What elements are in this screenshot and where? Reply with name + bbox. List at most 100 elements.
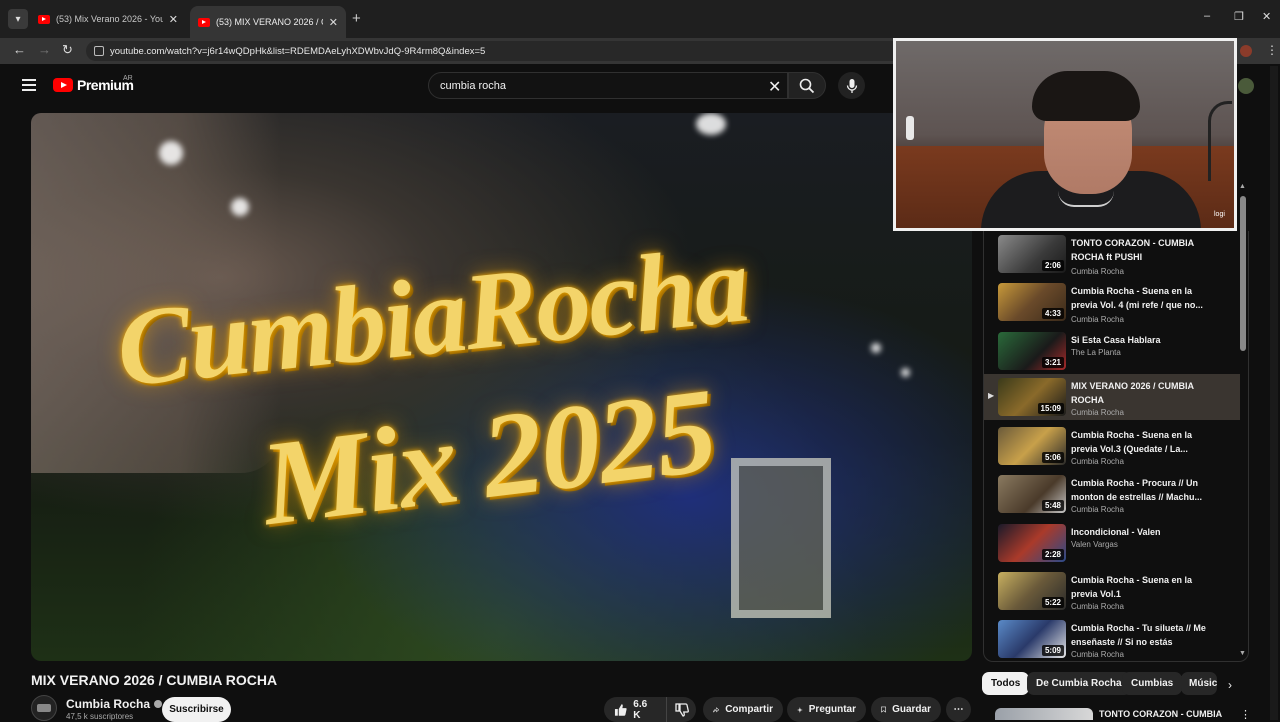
url-field[interactable]: youtube.com/watch?v=j6r14wQDpHk&list=RDE…: [86, 41, 906, 61]
more-actions-button[interactable]: ⋯: [946, 697, 971, 722]
playlist-item-current[interactable]: ▶ 15:09 MIX VERANO 2026 / CUMBIA ROCHA C…: [984, 374, 1240, 420]
playlist-item[interactable]: 2:28 Incondicional - Valen Valen Vargas: [984, 520, 1240, 566]
playlist-item[interactable]: 4:33 Cumbia Rocha - Suena en la previa V…: [984, 279, 1240, 325]
playlist-item-title: Cumbia Rocha - Procura // Un monton de e…: [1071, 478, 1203, 502]
webcam-overlay: logi: [893, 38, 1237, 231]
thumbs-up-icon: [614, 703, 627, 716]
video-duration: 3:21: [1041, 357, 1064, 368]
tab-cumbia-rocha[interactable]: (53) MIX VERANO 2026 / CUMBIA ROCHA ✕: [190, 6, 346, 38]
browser-menu-icon[interactable]: ⋮: [1266, 43, 1278, 57]
new-tab-button[interactable]: +: [352, 10, 361, 27]
playlist-item-channel: Cumbia Rocha: [1071, 267, 1124, 276]
dislike-button[interactable]: [666, 697, 696, 722]
sparkle-icon: [797, 706, 803, 713]
playlist-scrollbar-thumb[interactable]: [1240, 196, 1246, 351]
playlist-item-title: Cumbia Rocha - Suena en la previa Vol.3 …: [1071, 430, 1193, 454]
playlist-item[interactable]: 5:48 Cumbia Rocha - Procura // Un monton…: [984, 471, 1240, 517]
tab-search-button[interactable]: ▾: [8, 9, 28, 29]
channel-avatar[interactable]: [31, 695, 57, 721]
like-count: 6.6 K: [633, 698, 648, 721]
share-button[interactable]: Compartir: [703, 697, 783, 722]
playlist-thumbnail: 5:22: [998, 572, 1066, 610]
webcam-person-hair: [1032, 71, 1140, 121]
site-info-icon[interactable]: [94, 46, 104, 56]
clear-search-icon[interactable]: ✕: [768, 77, 781, 97]
recommendation-more-icon[interactable]: ⋮: [1240, 708, 1251, 721]
search-button[interactable]: [788, 72, 826, 99]
user-avatar[interactable]: [1238, 78, 1254, 94]
playlist-item[interactable]: 5:22 Cumbia Rocha - Suena en la previa V…: [984, 568, 1240, 614]
playlist-item-channel: Cumbia Rocha: [1071, 457, 1124, 466]
chip-de-cumbia-rocha[interactable]: De Cumbia Rocha: [1027, 672, 1131, 695]
playlist-thumbnail: 4:33: [998, 283, 1066, 321]
menu-icon[interactable]: [22, 79, 36, 91]
profile-avatar[interactable]: [1240, 45, 1252, 57]
webcam-mic-arm: [1208, 101, 1232, 181]
webcam-chain: [1058, 191, 1114, 207]
maximize-button[interactable]: ❐: [1234, 10, 1244, 23]
video-duration: 5:06: [1041, 452, 1064, 463]
search-icon: [799, 78, 815, 93]
forward-icon[interactable]: →: [38, 42, 51, 57]
video-duration: 15:09: [1037, 403, 1064, 414]
save-button[interactable]: Guardar: [871, 697, 941, 722]
playlist-item[interactable]: 3:21 Si Esta Casa Hablara The La Planta: [984, 328, 1240, 374]
recommendation-title[interactable]: TONTO CORAZON - CUMBIA: [1099, 709, 1222, 719]
ask-button[interactable]: Preguntar: [787, 697, 866, 722]
youtube-logo[interactable]: Premium: [53, 77, 134, 93]
playlist-scrollbar[interactable]: [1240, 188, 1246, 658]
playlist-item-channel: Cumbia Rocha: [1071, 408, 1124, 417]
subscribe-button[interactable]: Suscribirse: [162, 697, 231, 722]
playlist-item-title: Cumbia Rocha - Tu silueta // Me enseñast…: [1071, 623, 1206, 647]
voice-search-button[interactable]: [838, 72, 865, 99]
playlist-thumbnail: 2:06: [998, 235, 1066, 273]
country-code: AR: [123, 75, 133, 82]
video-duration: 5:22: [1041, 597, 1064, 608]
playlist-thumbnail: 15:09: [998, 378, 1066, 416]
chips-next-icon[interactable]: ›: [1228, 678, 1232, 692]
share-icon: [713, 706, 720, 712]
youtube-favicon-icon: [38, 14, 50, 24]
chip-todos[interactable]: Todos: [982, 672, 1030, 695]
playlist-item-title: MIX VERANO 2026 / CUMBIA ROCHA: [1071, 381, 1194, 405]
reload-icon[interactable]: ↻: [62, 42, 73, 58]
playlist-panel: 2:06 TONTO CORAZON - CUMBIA ROCHA ft PUS…: [983, 231, 1249, 662]
tab-close-icon[interactable]: ✕: [329, 16, 338, 29]
save-label: Guardar: [892, 704, 931, 715]
video-title-artwork: CumbiaRocha Mix 2025: [31, 113, 972, 661]
video-title: MIX VERANO 2026 / CUMBIA ROCHA: [31, 672, 278, 688]
video-player[interactable]: CumbiaRocha Mix 2025: [31, 113, 972, 661]
playlist-item[interactable]: 5:06 Cumbia Rocha - Suena en la previa V…: [984, 423, 1240, 469]
microphone-icon: [846, 78, 857, 93]
youtube-favicon-icon: [198, 17, 210, 27]
playlist-thumbnail: 2:28: [998, 524, 1066, 562]
playlist-scroll-down-icon[interactable]: ▼: [1239, 650, 1246, 657]
search-input[interactable]: cumbia rocha: [428, 72, 788, 99]
page-scrollbar[interactable]: [1270, 66, 1278, 720]
chip-cumbias[interactable]: Cumbias: [1122, 672, 1183, 695]
like-button[interactable]: 6.6 K: [604, 697, 666, 722]
playlist-item-channel: Cumbia Rocha: [1071, 505, 1124, 514]
recommendation-thumbnail[interactable]: [995, 708, 1093, 720]
chip-musica[interactable]: Músic: [1181, 672, 1217, 695]
playlist-thumbnail: 5:06: [998, 427, 1066, 465]
playlist-item[interactable]: 5:09 Cumbia Rocha - Tu silueta // Me ens…: [984, 616, 1240, 661]
playlist-item-title: Incondicional - Valen: [1071, 527, 1161, 537]
webcam-bottle: [906, 116, 914, 140]
playlist-item-channel: The La Planta: [1071, 348, 1121, 357]
tab-title: (53) MIX VERANO 2026 / CUMBIA ROCHA: [216, 17, 323, 27]
playlist-item-title: TONTO CORAZON - CUMBIA ROCHA ft PUSHI: [1071, 238, 1194, 262]
tab-close-icon[interactable]: ✕: [169, 13, 178, 26]
playlist-item-channel: Cumbia Rocha: [1071, 650, 1124, 659]
playlist-item-title: Cumbia Rocha - Suena en la previa Vol. 4…: [1071, 286, 1203, 310]
playlist-item[interactable]: 2:06 TONTO CORAZON - CUMBIA ROCHA ft PUS…: [984, 231, 1240, 277]
tab-mix-verano[interactable]: (53) Mix Verano 2026 - YouTube ✕: [30, 6, 186, 32]
back-icon[interactable]: ←: [13, 42, 26, 57]
close-window-button[interactable]: ✕: [1262, 10, 1271, 23]
video-duration: 4:33: [1041, 308, 1064, 319]
channel-name[interactable]: Cumbia Rocha: [66, 697, 163, 711]
share-label: Compartir: [725, 704, 773, 715]
playlist-item-channel: Valen Vargas: [1071, 540, 1118, 549]
minimize-button[interactable]: –: [1204, 10, 1210, 22]
url-text: youtube.com/watch?v=j6r14wQDpHk&list=RDE…: [110, 45, 486, 57]
